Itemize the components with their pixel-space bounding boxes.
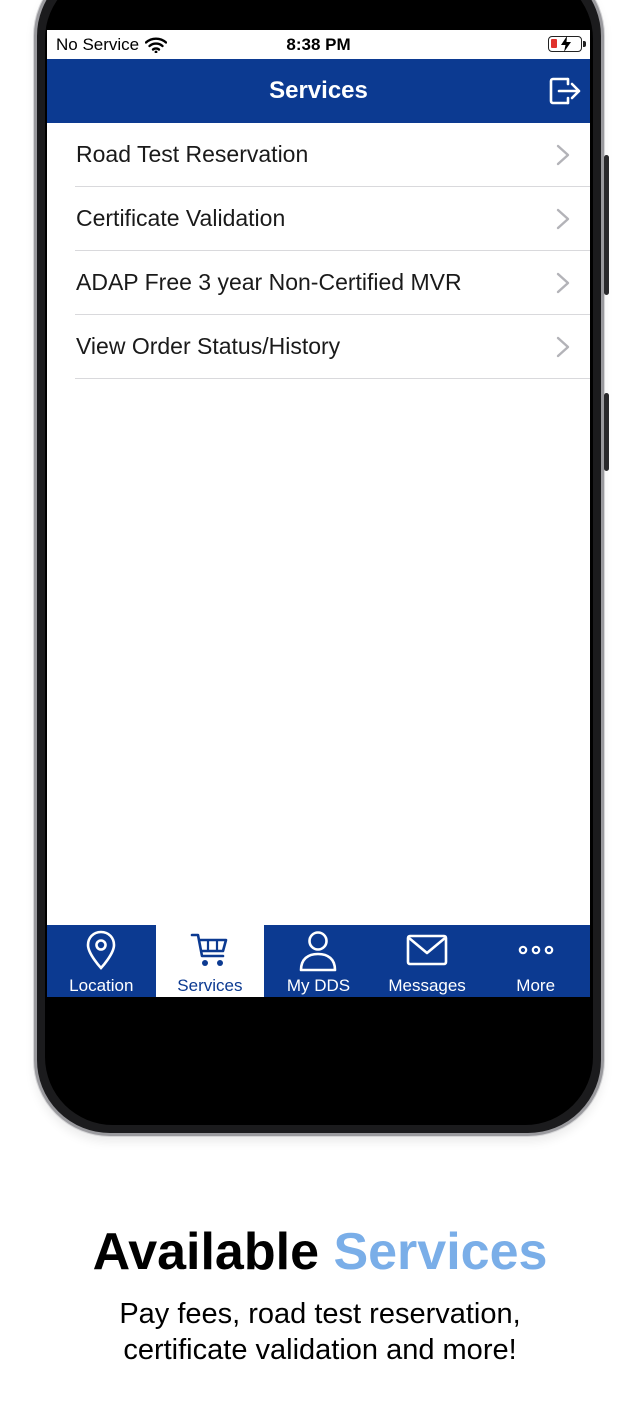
tab-my-dds[interactable]: My DDS	[264, 925, 373, 997]
service-item-order-status-history[interactable]: View Order Status/History	[75, 315, 590, 379]
chevron-right-icon	[556, 144, 570, 166]
more-dots-icon	[518, 945, 553, 955]
service-item-label: Certificate Validation	[76, 205, 286, 231]
envelope-icon	[406, 934, 448, 966]
chevron-right-icon	[556, 208, 570, 230]
service-item-label: Road Test Reservation	[76, 141, 309, 167]
user-icon	[300, 931, 337, 972]
tab-label: My DDS	[286, 976, 351, 995]
status-time: 8:38 PM	[286, 35, 351, 54]
battery-level	[551, 39, 557, 48]
logout-icon[interactable]	[548, 75, 582, 107]
chevron-right-icon	[556, 336, 570, 358]
tab-label: Location	[69, 976, 134, 995]
tab-label: Services	[177, 976, 243, 995]
tab-label: Messages	[388, 976, 466, 995]
service-item-label: View Order Status/History	[76, 333, 341, 359]
service-item-certificate-validation[interactable]: Certificate Validation	[75, 187, 590, 251]
chevron-right-icon	[556, 272, 570, 294]
service-item-label: ADAP Free 3 year Non-Certified MVR	[76, 269, 462, 295]
tab-bar: Location Services My DDS Messages More	[47, 925, 590, 997]
side-button-volume	[604, 393, 609, 471]
service-list: Road Test Reservation Certificate Valida…	[47, 123, 590, 379]
battery-icon	[548, 36, 586, 52]
tab-services[interactable]: Services	[155, 925, 265, 997]
tab-label: More	[516, 976, 556, 995]
location-pin-icon	[86, 930, 116, 970]
promo-subtitle: Pay fees, road test reservation, certifi…	[0, 1296, 640, 1368]
promo-subtitle-line-2: certificate validation and more!	[123, 1334, 517, 1366]
charging-bolt-icon	[561, 36, 571, 52]
app-screen: No Service 8:38 PM Services Road Test Re…	[47, 30, 590, 997]
promo-title-accent: Services	[333, 1223, 548, 1281]
app-header: Services	[47, 59, 590, 123]
promo-title-main: Available	[92, 1223, 319, 1281]
shopping-cart-icon	[190, 933, 228, 966]
promo-subtitle-line-1: Pay fees, road test reservation,	[119, 1298, 521, 1330]
promo-title: Available Services	[0, 1222, 640, 1282]
tab-more[interactable]: More	[481, 925, 590, 997]
status-bar: No Service 8:38 PM	[47, 30, 590, 59]
service-item-road-test-reservation[interactable]: Road Test Reservation	[75, 123, 590, 187]
tab-location[interactable]: Location	[47, 925, 156, 997]
tab-messages[interactable]: Messages	[373, 925, 482, 997]
side-button-power	[604, 155, 609, 295]
page-title: Services	[269, 77, 368, 104]
service-item-adap-mvr[interactable]: ADAP Free 3 year Non-Certified MVR	[75, 251, 590, 315]
